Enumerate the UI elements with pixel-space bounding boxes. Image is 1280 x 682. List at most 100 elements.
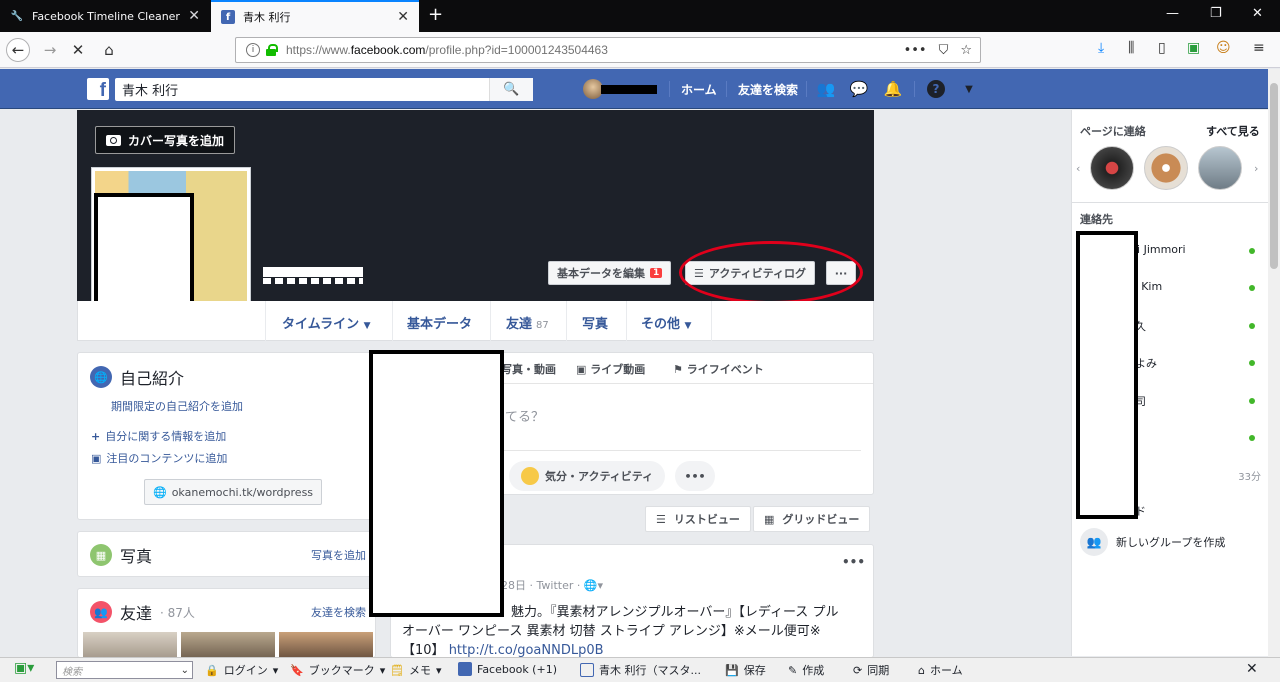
contacts-title: 連絡先 xyxy=(1080,213,1113,226)
page-avatar[interactable] xyxy=(1144,146,1188,190)
download-icon[interactable]: ⤓ xyxy=(1098,40,1104,56)
friend-requests-icon[interactable]: 👥 xyxy=(817,80,836,98)
close-window-icon[interactable]: ✕ xyxy=(1252,6,1263,21)
globe-audience-icon[interactable]: 🌐▾ xyxy=(584,579,603,592)
add-cover-photo-button[interactable]: カバー写真を追加 xyxy=(95,126,236,154)
add-cover-label: カバー写真を追加 xyxy=(128,133,225,148)
minimize-window-icon[interactable]: — xyxy=(1166,6,1179,21)
stop-loading-icon[interactable]: ✕ xyxy=(66,38,90,62)
composer-prompt[interactable]: てる？ xyxy=(505,406,544,425)
divider xyxy=(566,301,567,341)
address-bar[interactable]: i https://www.facebook.com/profile.php?i… xyxy=(235,37,981,63)
edit-basic-label: 基本データを編集 xyxy=(557,267,645,280)
facebook-button[interactable]: Facebook (+1) xyxy=(458,662,557,676)
profile-shortcut[interactable] xyxy=(583,79,657,99)
help-icon[interactable]: ? xyxy=(927,80,945,98)
tab-timeline[interactable]: タイムライン ▼ xyxy=(282,313,371,332)
smiley-icon xyxy=(521,467,539,485)
create-group-button[interactable]: 👥 新しいグループを作成 xyxy=(1080,528,1225,556)
profile-shortcut-button[interactable]: 青木 利行（マスタ... xyxy=(580,662,701,678)
composer-photo-video[interactable]: 写真・動画 xyxy=(501,361,556,377)
toolbar-logo-icon[interactable]: ▣▾ xyxy=(14,660,34,676)
facebook-icon xyxy=(458,662,472,676)
nav-find-friends-link[interactable]: 友達を検索 xyxy=(738,81,798,98)
new-tab-plus-icon[interactable]: + xyxy=(428,4,443,25)
browser-tab-profile[interactable]: f 青木 利行 ✕ xyxy=(211,0,419,32)
website-label: okanemochi.tk/wordpress xyxy=(171,485,314,499)
sidebar-icon[interactable]: ▯ xyxy=(1158,40,1166,56)
friend-thumbnail[interactable] xyxy=(181,632,275,657)
composer-more-button[interactable]: ••• xyxy=(675,461,715,491)
edit-basic-info-button[interactable]: 基本データを編集 1 xyxy=(548,261,672,285)
browser-tab-timeline-cleaner[interactable]: 🔧 Facebook Timeline Cleaner ✕ xyxy=(0,0,210,32)
sync-button[interactable]: ⟳ 同期 xyxy=(853,662,889,678)
add-temporary-bio-link[interactable]: 期間限定の自己紹介を追加 xyxy=(111,398,243,414)
facebook-top-bar: f 青木 利行 🔍 ホーム 友達を検索 👥 💬 🔔 ? ▼ xyxy=(0,69,1280,109)
page-actions-icon[interactable]: ••• xyxy=(904,43,927,58)
post-options-icon[interactable]: ••• xyxy=(842,555,865,569)
add-photo-link[interactable]: 写真を追加 xyxy=(311,547,366,563)
forward-arrow-icon[interactable]: → xyxy=(38,38,62,62)
sync-icon: ⟳ xyxy=(853,663,863,677)
back-arrow-icon[interactable]: ← xyxy=(6,38,30,62)
composer-live-video[interactable]: ▣ ライブ動画 xyxy=(576,361,645,377)
divider xyxy=(711,301,712,341)
facebook-search-input[interactable]: 青木 利行 🔍 xyxy=(115,78,533,101)
website-chip[interactable]: 🌐 okanemochi.tk/wordpress xyxy=(144,479,323,505)
add-info-link[interactable]: + 自分に関する情報を追加 xyxy=(91,428,226,444)
page-scrollbar[interactable] xyxy=(1268,69,1280,657)
bookmark-icon: 🔖 xyxy=(290,663,304,677)
close-toolbar-icon[interactable]: ✕ xyxy=(1246,661,1258,677)
page-avatar[interactable] xyxy=(1090,146,1134,190)
notifications-bell-icon[interactable]: 🔔 xyxy=(884,80,903,98)
bookmark-button[interactable]: 🔖 ブックマーク ▾ xyxy=(290,662,385,678)
tab-photos[interactable]: 写真 xyxy=(582,313,608,332)
page-avatar[interactable] xyxy=(1198,146,1242,190)
memo-button[interactable]: 🗒 メモ ▾ xyxy=(390,662,442,678)
nav-home-link[interactable]: ホーム xyxy=(681,81,717,98)
find-friends-link[interactable]: 友達を検索 xyxy=(311,604,366,620)
scrollbar-thumb[interactable] xyxy=(1270,83,1278,269)
close-tab-icon[interactable]: ✕ xyxy=(188,8,200,24)
pocket-icon[interactable]: ⛉ xyxy=(939,43,949,58)
add-featured-link[interactable]: ▣ 注目のコンテンツに追加 xyxy=(91,450,227,466)
composer-life-event[interactable]: ⚑ ライフイベント xyxy=(673,361,764,377)
extension-icon[interactable]: ▣ xyxy=(1187,40,1200,56)
search-icon[interactable]: 🔍 xyxy=(489,78,533,101)
facebook-logo-icon[interactable]: f xyxy=(87,78,109,100)
account-menu-chevron-icon[interactable]: ▼ xyxy=(960,80,978,98)
tab-friends[interactable]: 友達 87 xyxy=(506,313,549,332)
tab-more[interactable]: その他 ▼ xyxy=(641,313,691,332)
tab-title: 青木 利行 xyxy=(243,11,291,24)
home-icon[interactable]: ⌂ xyxy=(97,38,121,62)
photos-card: ▦ 写真 写真を追加 xyxy=(77,531,376,577)
list-view-label: リストビュー xyxy=(673,513,740,526)
profile-tabs: タイムライン ▼ 基本データ 友達 87 写真 その他 ▼ xyxy=(77,301,874,341)
carousel-next-icon[interactable]: › xyxy=(1254,162,1258,175)
post-link[interactable]: http://t.co/goaNNDLp0B xyxy=(449,643,604,657)
home-button[interactable]: ⌂ ホーム xyxy=(918,662,963,678)
list-view-button[interactable]: ☰ リストビュー xyxy=(645,506,751,532)
menu-hamburger-icon[interactable]: ≡ xyxy=(1253,40,1265,56)
login-button[interactable]: 🔒 ログイン ▾ xyxy=(205,662,278,678)
maximize-window-icon[interactable]: ❐ xyxy=(1210,6,1222,21)
close-tab-icon[interactable]: ✕ xyxy=(397,9,409,25)
feeling-activity-button[interactable]: 気分・アクティビティ xyxy=(509,461,666,491)
grid-view-button[interactable]: ▦ グリッドビュー xyxy=(753,506,871,532)
see-all-link[interactable]: すべて見る xyxy=(1206,123,1260,139)
dropdown-chevron-icon[interactable]: ⌄ xyxy=(181,665,189,676)
toolbar-search-input[interactable]: 検索 ⌄ xyxy=(56,661,193,679)
extension-monkey-icon[interactable]: ☺ xyxy=(1216,40,1231,56)
bookmark-star-icon[interactable]: ☆ xyxy=(960,43,972,58)
save-button[interactable]: 💾 保存 xyxy=(725,662,766,678)
messenger-icon[interactable]: 💬 xyxy=(850,80,869,98)
site-info-icon[interactable]: i xyxy=(246,43,260,57)
library-icon[interactable]: ⫼ xyxy=(1128,40,1134,56)
tab-about[interactable]: 基本データ xyxy=(407,313,472,332)
carousel-prev-icon[interactable]: ‹ xyxy=(1076,162,1080,175)
friend-thumbnail[interactable] xyxy=(83,632,177,657)
url-text[interactable]: https://www.facebook.com/profile.php?id=… xyxy=(286,43,608,57)
friend-thumbnail[interactable] xyxy=(279,632,373,657)
create-button[interactable]: ✎ 作成 xyxy=(788,662,824,678)
post-line: オーバー ワンピース 異素材 切替 ストライプ アレンジ】※メール便可※ xyxy=(402,624,821,639)
